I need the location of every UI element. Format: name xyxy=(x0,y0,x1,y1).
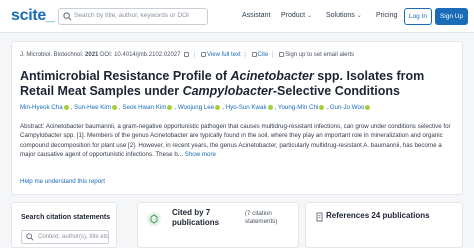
article-card: J. Microbiol. Biotechnol. 2021 DOI: 10.4… xyxy=(11,41,463,195)
orcid-icon[interactable] xyxy=(215,105,221,110)
email-alert-link[interactable]: Sign up to set email alerts xyxy=(285,52,354,58)
orcid-icon[interactable] xyxy=(365,105,371,110)
author-link[interactable]: Gun-Jo Woo xyxy=(330,104,365,111)
author-list: Min-Hyeok Cha, Sun-Hee Kim, Seok Hwan Ki… xyxy=(20,104,456,111)
help-understand-link[interactable]: Help me understand this report xyxy=(20,178,105,185)
orcid-icon[interactable] xyxy=(63,105,69,110)
author-link[interactable]: Seok Hwan Kim xyxy=(122,104,166,111)
citation-statements-count: (7 citation statements) xyxy=(245,210,278,225)
quote-icon xyxy=(251,52,257,57)
orcid-icon[interactable] xyxy=(167,105,173,110)
chevron-down-icon: ⌄ xyxy=(356,13,362,19)
references-label: References 24 publications xyxy=(326,211,430,220)
references-tab[interactable]: References 24 publications xyxy=(305,202,463,248)
author-link[interactable]: Woojung Lee xyxy=(178,104,214,111)
nav-assistant-link[interactable]: Assistant xyxy=(242,12,270,19)
top-nav: scite_ Search by title, author, keywords… xyxy=(0,0,474,33)
doi[interactable]: DOI: 10.4014/jmb.2102.02027 xyxy=(100,52,180,58)
nav-pricing-link[interactable]: Pricing xyxy=(376,12,397,19)
signup-button[interactable]: Sign Up xyxy=(435,8,468,25)
scite-logo[interactable]: scite_ xyxy=(11,7,55,25)
journal-name: J. Microbiol. Biotechnol. xyxy=(20,52,84,58)
references-icon xyxy=(316,212,323,222)
view-full-text-link[interactable]: View full text xyxy=(207,52,241,58)
author-link[interactable]: Sun-Hee Kim xyxy=(74,104,111,111)
author-link[interactable]: Min-Hyeok Cha xyxy=(20,104,63,111)
show-more-link[interactable]: Show more xyxy=(185,151,216,158)
publication-year: 2021 xyxy=(85,52,99,58)
cite-link[interactable]: Cite xyxy=(258,52,269,58)
bell-icon xyxy=(279,52,285,57)
search-box[interactable]: Search by title, author, keywords or DOI xyxy=(58,8,208,25)
citation-search-placeholder: Context, author(s), title etc xyxy=(38,233,109,240)
copy-icon[interactable] xyxy=(184,52,190,57)
search-icon xyxy=(63,12,72,21)
search-icon xyxy=(26,233,34,241)
article-title: Antimicrobial Resistance Profile of Acin… xyxy=(20,69,425,98)
search-placeholder: Search by title, author, keywords or DOI xyxy=(74,12,189,19)
citation-search-panel: Search citation statements Context, auth… xyxy=(11,202,117,248)
article-meta: J. Microbiol. Biotechnol. 2021 DOI: 10.4… xyxy=(20,52,355,58)
orcid-icon[interactable] xyxy=(267,105,273,110)
orcid-icon[interactable] xyxy=(111,105,117,110)
nav-product-menu[interactable]: Product ⌄ xyxy=(281,12,312,19)
cited-by-label: Cited by 7 publications xyxy=(172,208,220,227)
citation-search-input[interactable]: Context, author(s), title etc xyxy=(21,230,109,244)
abstract: Abstract: Acinetobacter baumannii, a gra… xyxy=(20,123,451,159)
nav-solutions-menu[interactable]: Solutions ⌄ xyxy=(326,12,362,19)
external-link-icon xyxy=(201,52,207,57)
chevron-down-icon: ⌄ xyxy=(307,13,313,19)
citation-search-title: Search citation statements xyxy=(21,214,111,221)
orcid-icon[interactable] xyxy=(319,105,325,110)
author-link[interactable]: Young-Min Chi xyxy=(278,104,318,111)
cited-by-tab[interactable]: Cited by 7 publications (7 citation stat… xyxy=(137,202,299,248)
login-button[interactable]: Log In xyxy=(404,8,432,25)
author-link[interactable]: Hyo-Sun Kwak xyxy=(226,104,267,111)
cited-by-icon xyxy=(147,212,161,226)
